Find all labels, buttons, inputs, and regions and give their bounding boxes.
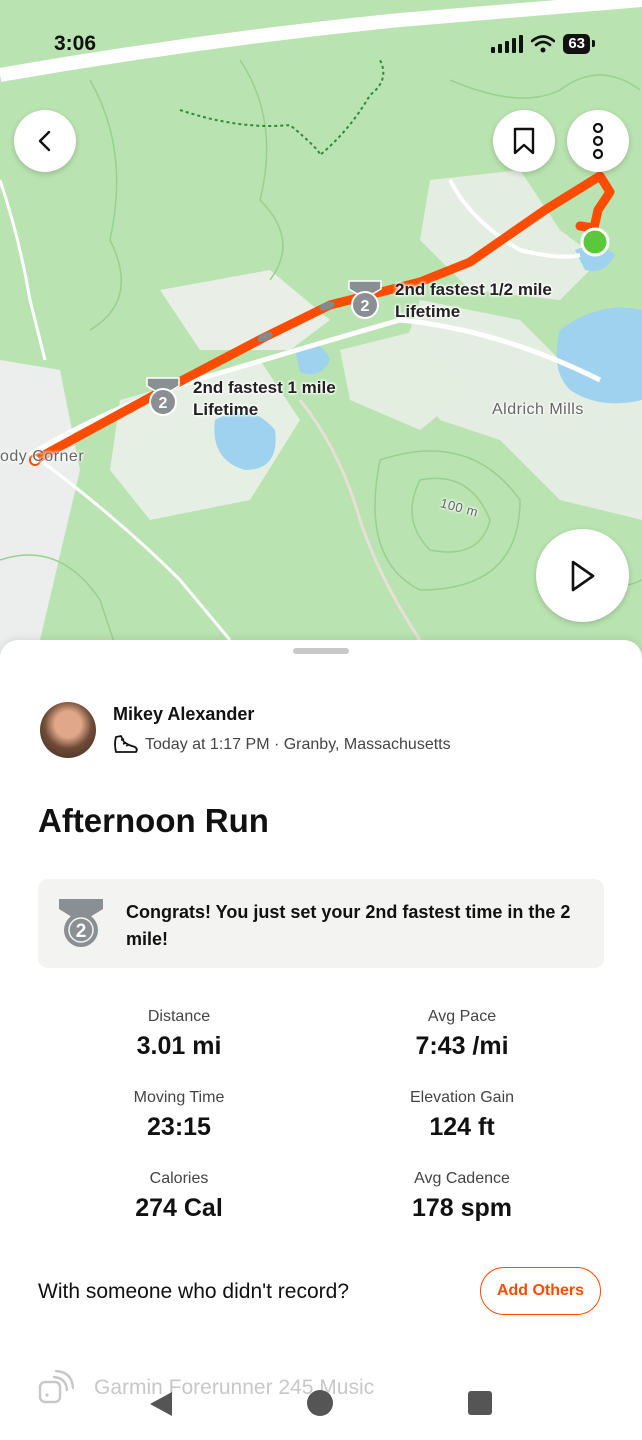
play-flyover-button[interactable] — [536, 529, 629, 622]
stat-value: 124 ft — [429, 1113, 495, 1141]
sheet-grabber[interactable] — [293, 648, 349, 654]
stat-value: 178 spm — [411, 1194, 513, 1222]
bookmark-icon — [513, 127, 535, 155]
achievement-text: Congrats! You just set your 2nd fastest … — [126, 902, 571, 949]
svg-text:2: 2 — [76, 921, 87, 942]
segment-subtitle: Lifetime — [395, 302, 461, 321]
activity-meta: Today at 1:17 PM · Granby, Massachusetts — [113, 734, 451, 756]
stat-calories: Calories 274 Cal — [49, 1170, 309, 1223]
play-icon — [571, 560, 594, 591]
stat-label: Distance — [147, 1008, 211, 1025]
stat-value: 7:43 /mi — [415, 1032, 509, 1060]
stat-avg-pace: Avg Pace 7:43 /mi — [332, 1008, 592, 1061]
achievement-banner[interactable]: 2 Congrats! You just set your 2nd fastes… — [38, 879, 604, 968]
segment-label-half-mile[interactable]: 2nd fastest 1/2 mile Lifetime — [395, 279, 552, 323]
silver-medal-icon: 2 — [59, 899, 103, 947]
activity-sheet[interactable]: Mikey Alexander Today at 1:17 PM · Granb… — [0, 640, 642, 1440]
svg-text:2: 2 — [361, 298, 370, 315]
athlete-name[interactable]: Mikey Alexander — [113, 704, 254, 725]
stat-label: Avg Pace — [427, 1008, 497, 1025]
back-button[interactable] — [14, 110, 76, 172]
segment-medal-icon: 2 — [348, 280, 382, 319]
stat-value: 274 Cal — [135, 1194, 223, 1222]
stat-avg-cadence: Avg Cadence 178 spm — [332, 1170, 592, 1223]
place-label: Aldrich Mills — [492, 401, 584, 418]
status-icons: 63 — [491, 34, 595, 54]
bookmark-button[interactable] — [493, 110, 555, 172]
svg-text:2: 2 — [159, 395, 168, 412]
segment-title: 2nd fastest 1/2 mile — [395, 280, 552, 299]
battery-indicator: 63 — [563, 34, 595, 54]
stat-moving-time: Moving Time 23:15 — [49, 1089, 309, 1142]
stat-value: 23:15 — [147, 1113, 211, 1141]
stat-distance: Distance 3.01 mi — [49, 1008, 309, 1061]
stat-value: 3.01 mi — [136, 1032, 222, 1060]
stat-label: Elevation Gain — [409, 1089, 515, 1106]
status-time: 3:06 — [54, 32, 97, 55]
system-nav-bar — [0, 1380, 642, 1440]
stat-label: Calories — [149, 1170, 209, 1187]
with-others-question: With someone who didn't record? — [38, 1280, 350, 1303]
segment-label-one-mile[interactable]: 2nd fastest 1 mile Lifetime — [193, 377, 336, 421]
add-others-button[interactable]: Add Others — [480, 1267, 601, 1315]
stat-elevation-gain: Elevation Gain 124 ft — [332, 1089, 592, 1142]
more-options-button[interactable] — [567, 110, 629, 172]
nav-back-button[interactable] — [148, 1390, 174, 1418]
signal-icon — [491, 35, 524, 53]
place-label: ody Corner — [0, 448, 85, 465]
run-shoe-icon — [114, 735, 138, 753]
wifi-icon — [531, 35, 556, 53]
segment-title: 2nd fastest 1 mile — [193, 378, 336, 397]
activity-title: Afternoon Run — [38, 802, 269, 839]
stat-label: Moving Time — [133, 1089, 225, 1106]
athlete-avatar[interactable] — [40, 702, 96, 758]
chevron-left-icon — [38, 130, 51, 152]
nav-home-button[interactable] — [306, 1389, 334, 1417]
activity-meta-text: Today at 1:17 PM · Granby, Massachusetts — [145, 736, 451, 753]
segment-medal-icon: 2 — [146, 377, 180, 416]
more-vertical-icon — [592, 123, 604, 159]
stat-label: Avg Cadence — [414, 1170, 510, 1187]
segment-subtitle: Lifetime — [193, 400, 259, 419]
nav-recents-button[interactable] — [468, 1391, 492, 1415]
